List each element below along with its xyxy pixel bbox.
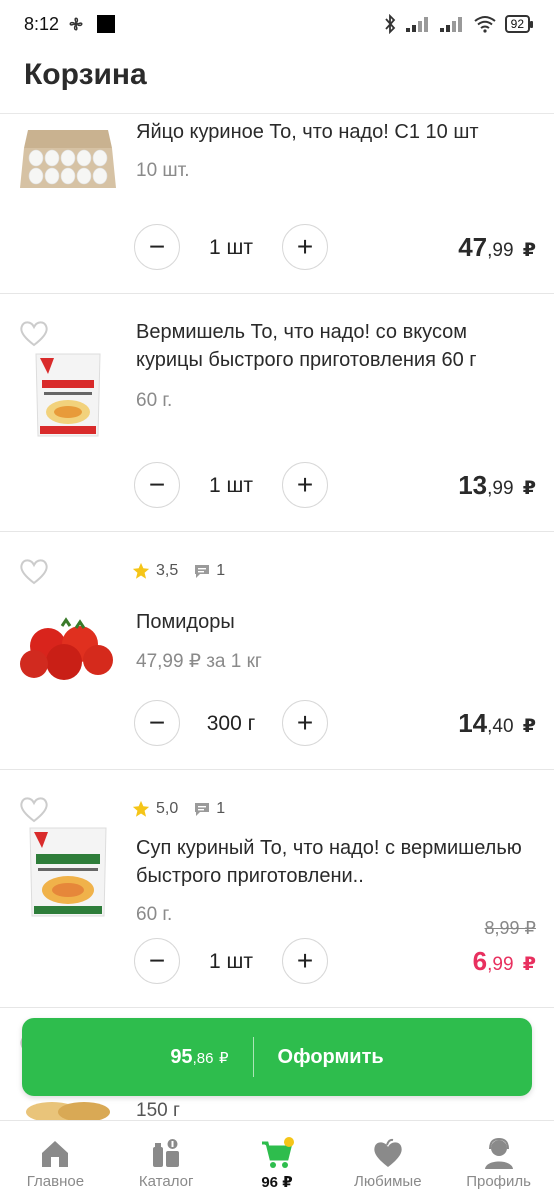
tab-label: Каталог [138, 1173, 194, 1190]
heart-icon [374, 1138, 402, 1167]
decrease-quantity-button[interactable]: − [134, 224, 180, 270]
status-bar: 8:12 92 [0, 0, 554, 48]
comment-icon [195, 565, 210, 578]
notification-icon [97, 15, 116, 33]
tab-profile[interactable]: Профиль [443, 1121, 554, 1200]
checkout-button[interactable]: 95,86 ₽ Оформить [22, 1018, 532, 1096]
price-decimals: ,40 [487, 716, 514, 737]
product-title[interactable]: Суп куриный То, что надо! с вермишелью б… [136, 834, 530, 890]
cart-item-eggs[interactable]: Яйцо куриное То, что надо! С1 10 шт 10 ш… [0, 114, 554, 294]
favorite-heart-icon[interactable] [18, 318, 50, 348]
page-header: Корзина [0, 48, 554, 114]
clock: 8:12 [24, 13, 60, 34]
cart-item-vermicelli[interactable]: Вермишель То, что надо! со вкусом курицы… [0, 294, 554, 532]
increase-quantity-button[interactable]: + [282, 938, 328, 984]
increase-quantity-button[interactable]: + [282, 700, 328, 746]
rating-value: 3,5 [156, 562, 179, 579]
currency-sign: ₽ [218, 1049, 229, 1067]
catalog-icon [153, 1139, 180, 1167]
product-rating: 3,5 1 [132, 562, 225, 580]
total-integer: 95 [170, 1045, 193, 1068]
quantity-value: 1 шт [209, 236, 253, 259]
favorite-heart-icon[interactable] [18, 794, 50, 824]
product-image-soup [29, 827, 107, 917]
cart-item-soup[interactable]: 5,0 1 Суп куриный То, что надо! с вермиш… [0, 770, 554, 1008]
price-decimals: ,99 [487, 478, 514, 499]
product-weight: 10 шт. [136, 160, 190, 181]
decrease-quantity-button[interactable]: − [134, 938, 180, 984]
item-price: 13,99 ₽ [458, 470, 536, 501]
favorite-heart-icon[interactable] [18, 556, 50, 586]
old-price: 8,99 ₽ [484, 918, 537, 938]
cart-list[interactable]: Яйцо куриное То, что надо! С1 10 шт 10 ш… [0, 114, 554, 1120]
currency-sign: ₽ [522, 478, 536, 499]
currency-sign: ₽ [522, 954, 536, 975]
reviews-count: 1 [216, 562, 226, 579]
product-title[interactable]: Яйцо куриное То, что надо! С1 10 шт [136, 118, 530, 146]
price-integer: 13 [458, 470, 488, 500]
signal-icon [405, 17, 428, 32]
price-integer: 14 [458, 708, 488, 738]
item-sale-price: 6,99 ₽ [473, 946, 536, 977]
decrease-quantity-button[interactable]: − [134, 462, 180, 508]
profile-icon [484, 1137, 513, 1169]
cart-total: 95,86 ₽ [170, 1046, 228, 1069]
quantity-value: 1 шт [209, 950, 253, 973]
rating-value: 5,0 [156, 800, 179, 817]
page-title: Корзина [24, 58, 147, 91]
cart-item-tomatoes[interactable]: 3,5 1 Помидоры 47,99 ₽ за 1 кг − 300 г +… [0, 532, 554, 770]
battery-indicator: 92 [504, 15, 534, 33]
tab-catalog[interactable]: Каталог [111, 1121, 222, 1200]
decrease-quantity-button[interactable]: − [134, 700, 180, 746]
product-title[interactable]: Вермишель То, что надо! со вкусом курицы… [136, 318, 530, 374]
tab-cart[interactable]: 96 ₽ [222, 1121, 333, 1200]
checkout-label: Оформить [277, 1045, 384, 1068]
increase-quantity-button[interactable]: + [282, 224, 328, 270]
comment-icon [195, 803, 210, 816]
price-decimals: ,99 [487, 954, 514, 975]
product-image-bread [26, 1102, 110, 1120]
currency-sign: ₽ [522, 716, 536, 737]
product-image-tomatoes [20, 617, 113, 680]
product-image-eggs [20, 130, 116, 188]
quantity-value: 1 шт [209, 474, 253, 497]
star-icon [132, 562, 150, 579]
product-title[interactable]: Помидоры [136, 608, 530, 636]
product-weight: 60 г. [136, 390, 173, 411]
signal-icon-2 [439, 17, 462, 32]
product-weight: 60 г. [136, 904, 173, 925]
tab-home[interactable]: Главное [0, 1121, 111, 1200]
tab-label: Любимые [354, 1173, 422, 1190]
fan-icon [69, 17, 83, 31]
bluetooth-icon [384, 14, 395, 34]
bottom-navigation: Главное Каталог 96 ₽ Любимые Профиль [0, 1120, 554, 1200]
total-decimals: ,86 [192, 1049, 214, 1067]
price-decimals: ,99 [487, 240, 514, 261]
price-integer: 6 [472, 946, 488, 976]
star-icon [132, 800, 150, 817]
price-integer: 47 [458, 232, 488, 262]
wifi-icon [474, 16, 496, 33]
product-image-vermicelli [35, 353, 101, 437]
tab-label: Главное [26, 1173, 85, 1190]
tab-favorites[interactable]: Любимые [332, 1121, 443, 1200]
currency-sign: ₽ [522, 240, 536, 261]
divider [252, 1037, 254, 1077]
product-unit-price: 47,99 ₽ за 1 кг [136, 651, 262, 672]
item-price: 14,40 ₽ [458, 708, 536, 739]
quantity-value: 300 г [206, 712, 256, 735]
item-price: 47,99 ₽ [458, 232, 536, 263]
increase-quantity-button[interactable]: + [282, 462, 328, 508]
tab-label: Профиль [466, 1173, 531, 1190]
cart-icon [261, 1137, 294, 1168]
tab-label: 96 ₽ [261, 1174, 293, 1191]
reviews-count: 1 [216, 800, 226, 817]
home-icon [42, 1141, 69, 1167]
product-weight: 150 г [136, 1100, 180, 1121]
product-rating: 5,0 1 [132, 800, 225, 818]
